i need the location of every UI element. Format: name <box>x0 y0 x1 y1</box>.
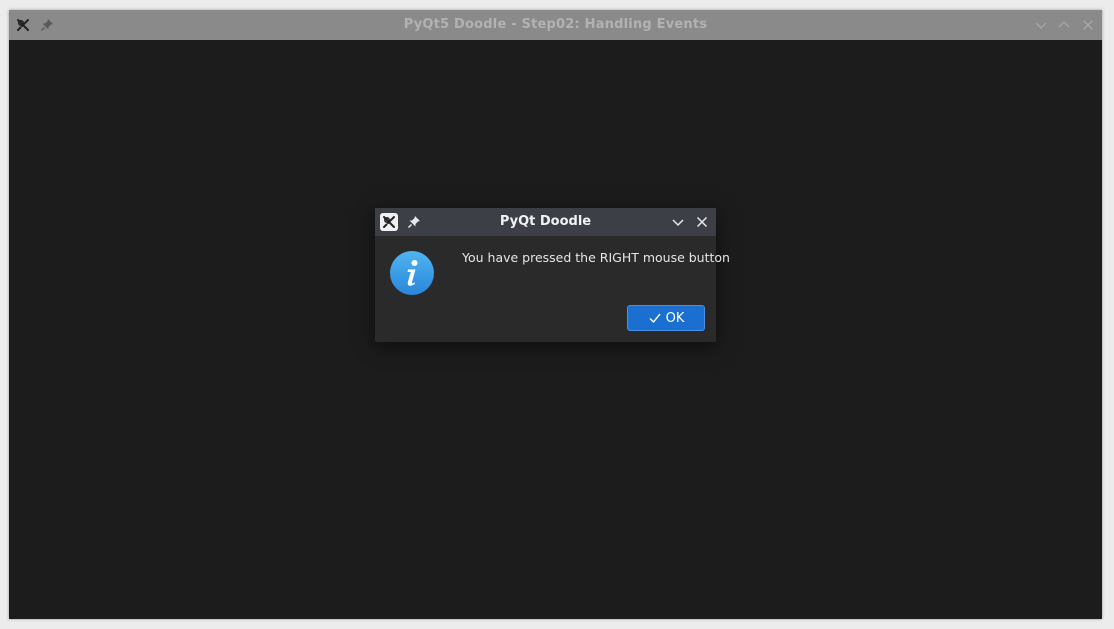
chevron-down-icon <box>1035 22 1047 29</box>
chevron-up-icon <box>1058 21 1070 28</box>
minimize-button[interactable] <box>1033 17 1049 33</box>
check-icon <box>649 313 661 324</box>
dialog-title: PyQt Doodle <box>499 214 592 229</box>
information-icon <box>389 250 435 296</box>
ok-button[interactable]: OK <box>627 305 705 331</box>
dialog-titlebar[interactable]: PyQt Doodle <box>375 208 716 236</box>
close-icon <box>696 216 708 228</box>
chevron-down-icon <box>672 219 684 227</box>
dialog-close-button[interactable] <box>694 214 710 230</box>
close-icon <box>1083 20 1093 30</box>
message-dialog: PyQt Doodle You have pressed the RIGHT m… <box>375 208 730 342</box>
close-button[interactable] <box>1080 17 1096 33</box>
ok-button-label: OK <box>665 310 685 326</box>
dialog-collapse-button[interactable] <box>670 214 686 230</box>
main-titlebar[interactable]: PyQt5 Doodle - Step02: Handling Events <box>9 10 1102 40</box>
window-title: PyQt5 Doodle - Step02: Handling Events <box>403 17 708 32</box>
dialog-message: You have pressed the RIGHT mouse button <box>462 250 730 265</box>
maximize-button[interactable] <box>1056 17 1072 33</box>
